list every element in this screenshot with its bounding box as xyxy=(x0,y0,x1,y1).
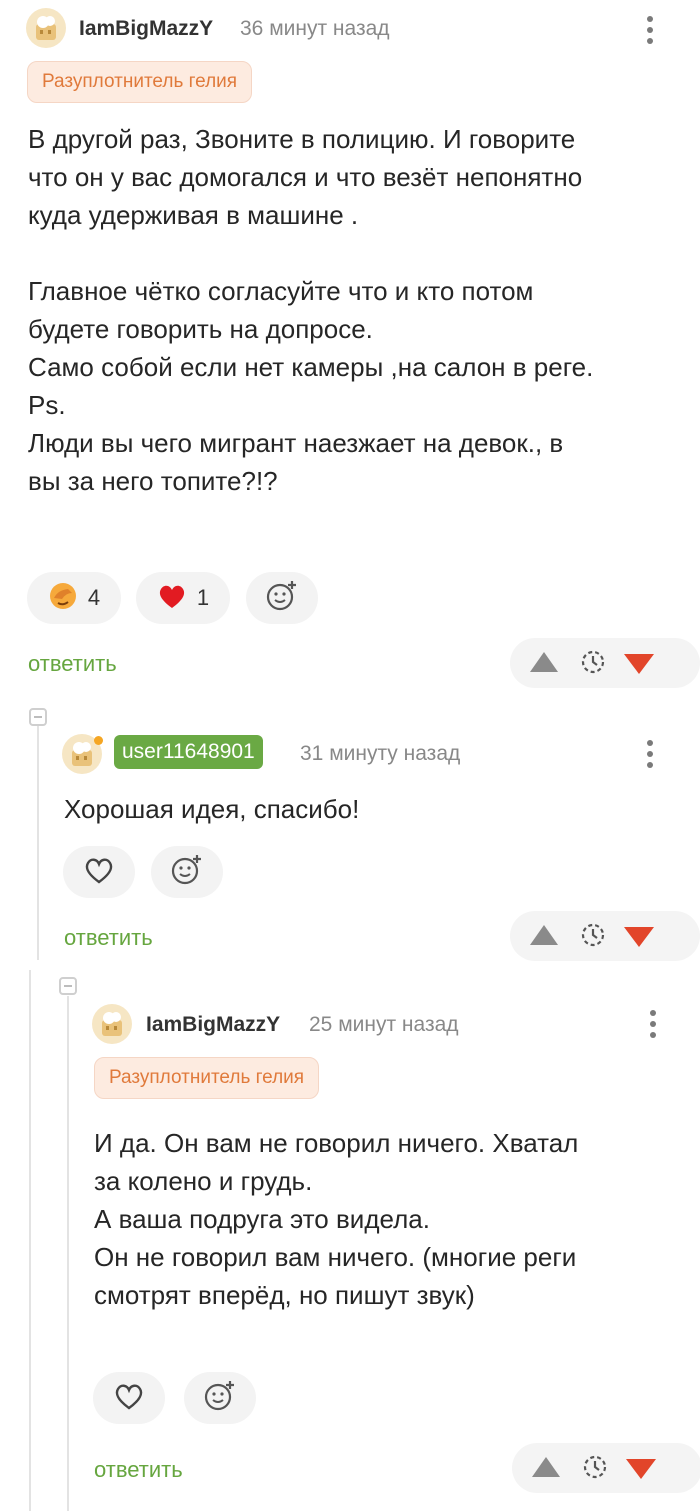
username[interactable]: user11648901 xyxy=(114,735,263,769)
upvote-icon[interactable] xyxy=(528,923,560,952)
comment-text: В другой раз, Звоните в полицию. И говор… xyxy=(28,124,594,496)
downvote-icon[interactable] xyxy=(624,1457,658,1486)
comment-time: 25 минут назад xyxy=(309,1013,459,1036)
facepalm-emoji-icon xyxy=(48,581,78,616)
more-options-icon[interactable] xyxy=(650,1010,658,1043)
reply-button[interactable]: ответить xyxy=(94,1457,183,1483)
comment-time: 31 минуту назад xyxy=(300,742,461,765)
reply-button[interactable]: ответить xyxy=(28,651,117,677)
save-later-icon[interactable] xyxy=(580,648,608,681)
like-button[interactable] xyxy=(93,1372,165,1424)
award-badge[interactable]: Разуплотнитель гелия xyxy=(94,1057,320,1099)
vote-bar xyxy=(510,911,700,961)
heart-icon xyxy=(157,582,187,615)
add-reaction-button[interactable] xyxy=(246,572,318,624)
downvote-icon[interactable] xyxy=(622,652,656,681)
add-emoji-icon xyxy=(265,579,299,618)
avatar[interactable] xyxy=(92,1004,132,1044)
collapse-thread-button[interactable] xyxy=(59,977,77,995)
avatar[interactable] xyxy=(26,8,66,48)
reaction-facepalm[interactable]: 4 xyxy=(27,572,121,624)
comment-text: Хорошая идея, спасибо! xyxy=(64,794,360,824)
reply-button[interactable]: ответить xyxy=(64,925,153,951)
vote-bar xyxy=(512,1443,700,1493)
add-reaction-button[interactable] xyxy=(184,1372,256,1424)
more-options-icon[interactable] xyxy=(647,16,655,49)
upvote-icon[interactable] xyxy=(528,650,560,679)
heart-outline-icon xyxy=(83,855,115,890)
thread-line xyxy=(67,996,69,1511)
add-emoji-icon xyxy=(203,1379,237,1418)
add-reaction-button[interactable] xyxy=(151,846,223,898)
like-button[interactable] xyxy=(63,846,135,898)
save-later-icon[interactable] xyxy=(582,1453,610,1486)
more-options-icon[interactable] xyxy=(647,740,655,773)
comment-time: 36 минут назад xyxy=(240,17,390,40)
heart-outline-icon xyxy=(113,1381,145,1416)
add-emoji-icon xyxy=(170,853,204,892)
username[interactable]: IamBigMazzY xyxy=(146,1013,280,1037)
thread-line xyxy=(37,724,39,960)
award-badge[interactable]: Разуплотнитель гелия xyxy=(27,61,253,103)
thread-line xyxy=(29,970,31,1511)
collapse-thread-button[interactable] xyxy=(29,708,47,726)
comment-text: И да. Он вам не говорил ничего. Хватал з… xyxy=(94,1128,579,1310)
save-later-icon[interactable] xyxy=(580,921,608,954)
downvote-icon[interactable] xyxy=(622,925,656,954)
reaction-count: 1 xyxy=(196,585,210,610)
vote-bar xyxy=(510,638,700,688)
reaction-heart[interactable]: 1 xyxy=(136,572,230,624)
reaction-count: 4 xyxy=(87,585,101,610)
online-status-dot xyxy=(94,736,103,745)
upvote-icon[interactable] xyxy=(530,1455,562,1484)
username[interactable]: IamBigMazzY xyxy=(79,17,213,41)
